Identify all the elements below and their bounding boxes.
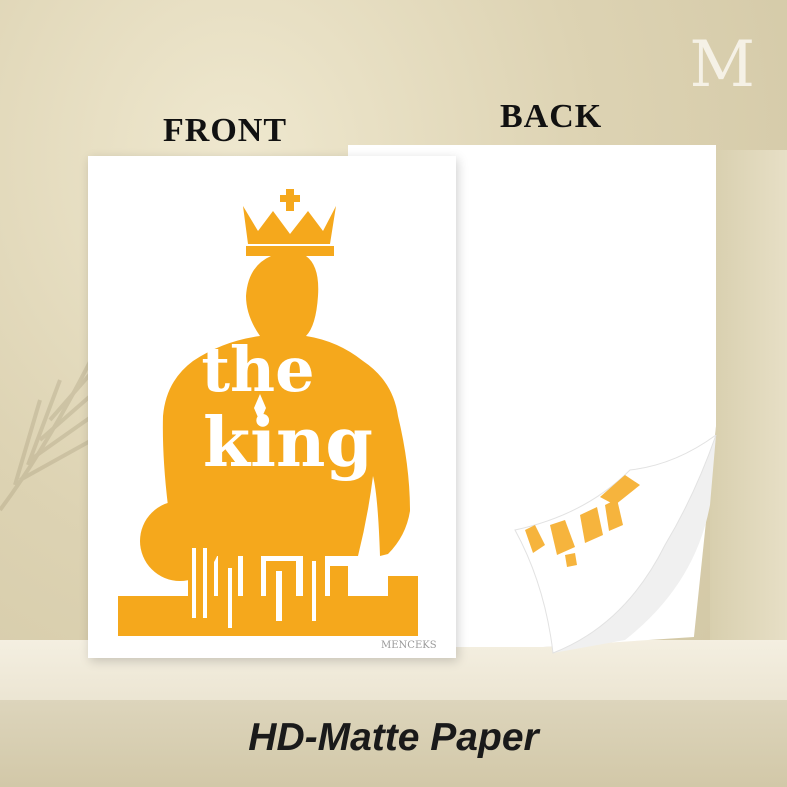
product-title: HD-Matte Paper [248, 716, 539, 759]
king-artwork: the king [118, 189, 418, 636]
the-text: the [201, 333, 314, 406]
king-text: king [203, 403, 373, 483]
front-sheet: the king [88, 156, 456, 658]
brand-logo: M [689, 28, 755, 102]
wall-block [710, 150, 787, 650]
artwork-brand: MENCEKS [381, 640, 437, 651]
front-label: FRONT [163, 112, 287, 149]
crown-icon [243, 189, 336, 256]
page-curl [514, 435, 717, 654]
back-label: BACK [500, 98, 603, 135]
